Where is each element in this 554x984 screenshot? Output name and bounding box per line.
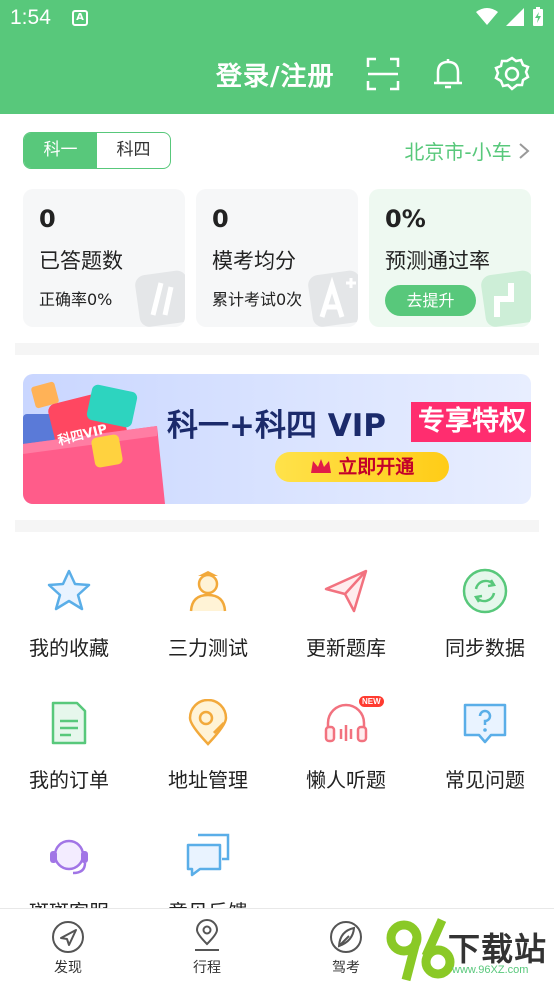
grid-item-favorites[interactable]: 我的收藏 xyxy=(0,567,138,677)
location-selector[interactable]: 北京市-小车 xyxy=(404,136,530,165)
settings-gear-icon[interactable] xyxy=(494,56,530,92)
scan-icon[interactable] xyxy=(365,56,401,92)
vip-banner[interactable]: 科四VIP 科一+科四 VIP 专享特权 立即开通 xyxy=(23,374,531,504)
improve-button[interactable]: 去提升 xyxy=(385,285,476,316)
grid-item-update-bank[interactable]: 更新题库 xyxy=(277,567,415,677)
status-icons xyxy=(476,7,544,27)
nav-label: 驾考 xyxy=(332,960,360,976)
document-icon xyxy=(51,701,87,745)
headset-icon xyxy=(50,839,88,875)
battery-icon xyxy=(533,7,543,26)
grid-item-label: 我的收藏 xyxy=(29,636,109,660)
sync-icon xyxy=(462,568,508,614)
map-pin-icon xyxy=(195,919,219,951)
question-icon xyxy=(463,703,507,744)
compass-icon xyxy=(52,921,84,953)
banner-title: 科一+科四 VIP xyxy=(167,408,387,444)
answered-count-value: 0 xyxy=(39,205,56,233)
banner-tag: 专享特权 xyxy=(411,402,531,442)
location-pin-icon xyxy=(188,699,228,746)
notification-icon: A xyxy=(72,10,88,26)
grid-item-label: 懒人听题 xyxy=(306,768,386,792)
nav-label: 行程 xyxy=(193,960,221,976)
nav-discover[interactable]: 发现 xyxy=(28,919,108,977)
new-badge: NEW xyxy=(359,696,384,707)
chevron-right-icon xyxy=(519,143,530,159)
nav-driving-test[interactable]: 驾考 xyxy=(306,919,386,977)
pass-rate-value: 0% xyxy=(385,205,426,233)
nav-trips[interactable]: 行程 xyxy=(167,919,247,977)
watermark-logo: 下载站 www.96XZ.com xyxy=(386,916,554,984)
status-time: 1:54 xyxy=(10,6,51,29)
accuracy-text: 正确率0% xyxy=(39,290,113,309)
banner-open-button[interactable]: 立即开通 xyxy=(275,452,449,482)
crown-icon xyxy=(310,459,331,473)
person-icon xyxy=(189,571,227,612)
mock-average-value: 0 xyxy=(212,205,229,233)
grid-item-my-orders[interactable]: 我的订单 xyxy=(0,699,138,809)
nav-label: 发现 xyxy=(54,960,82,976)
leaf-icon xyxy=(330,921,362,953)
wifi-icon xyxy=(476,8,498,25)
grid-item-label: 三力测试 xyxy=(168,636,248,660)
chat-bubbles-icon xyxy=(186,833,230,877)
grid-item-label: 我的订单 xyxy=(29,768,109,792)
bell-icon[interactable] xyxy=(430,56,466,92)
star-icon xyxy=(47,569,91,611)
section-divider xyxy=(15,343,539,355)
status-bar: 1:54 A xyxy=(0,0,554,36)
grid-item-label: 常见问题 xyxy=(445,768,525,792)
pass-rate-card[interactable]: 0% 预测通过率 去提升 xyxy=(369,189,531,327)
grid-item-listen-questions[interactable]: NEW 懒人听题 xyxy=(277,696,415,809)
answered-count-label: 已答题数 xyxy=(39,249,123,273)
grid-item-address-management[interactable]: 地址管理 xyxy=(139,699,277,809)
banner-open-label: 立即开通 xyxy=(338,456,415,478)
section-divider xyxy=(15,520,539,532)
grid-item-faq[interactable]: 常见问题 xyxy=(416,699,554,809)
mock-average-card[interactable]: 0 模考均分 累计考试0次 xyxy=(196,189,358,327)
signal-icon xyxy=(506,8,524,26)
watermark-number-icon xyxy=(386,918,455,982)
pass-rate-label: 预测通过率 xyxy=(385,249,490,273)
grid-item-label: 同步数据 xyxy=(445,636,525,660)
grid-item-label: 地址管理 xyxy=(168,768,248,792)
tab-subject-four[interactable]: 科四 xyxy=(97,133,170,168)
grid-item-label: 更新题库 xyxy=(306,636,386,660)
watermark-url: www.96XZ.com xyxy=(452,964,529,976)
card-decoration-icon xyxy=(308,270,358,327)
tab-subject-one[interactable]: 科一 xyxy=(24,133,97,168)
subject-toggle: 科一 科四 xyxy=(23,132,171,169)
answered-count-card[interactable]: 0 已答题数 正确率0% xyxy=(23,189,185,327)
card-decoration-icon xyxy=(481,270,531,327)
card-decoration-icon xyxy=(135,270,185,327)
grid-item-sync-data[interactable]: 同步数据 xyxy=(416,567,554,677)
exam-count-text: 累计考试0次 xyxy=(212,290,303,309)
mock-average-label: 模考均分 xyxy=(212,249,296,273)
login-register-link[interactable]: 登录/注册 xyxy=(216,56,335,93)
paper-plane-icon xyxy=(324,569,368,613)
header-bar: 1:54 A 登录/注册 xyxy=(0,0,554,114)
location-label: 北京市-小车 xyxy=(404,140,512,164)
grid-item-three-ability-test[interactable]: 三力测试 xyxy=(139,567,277,677)
